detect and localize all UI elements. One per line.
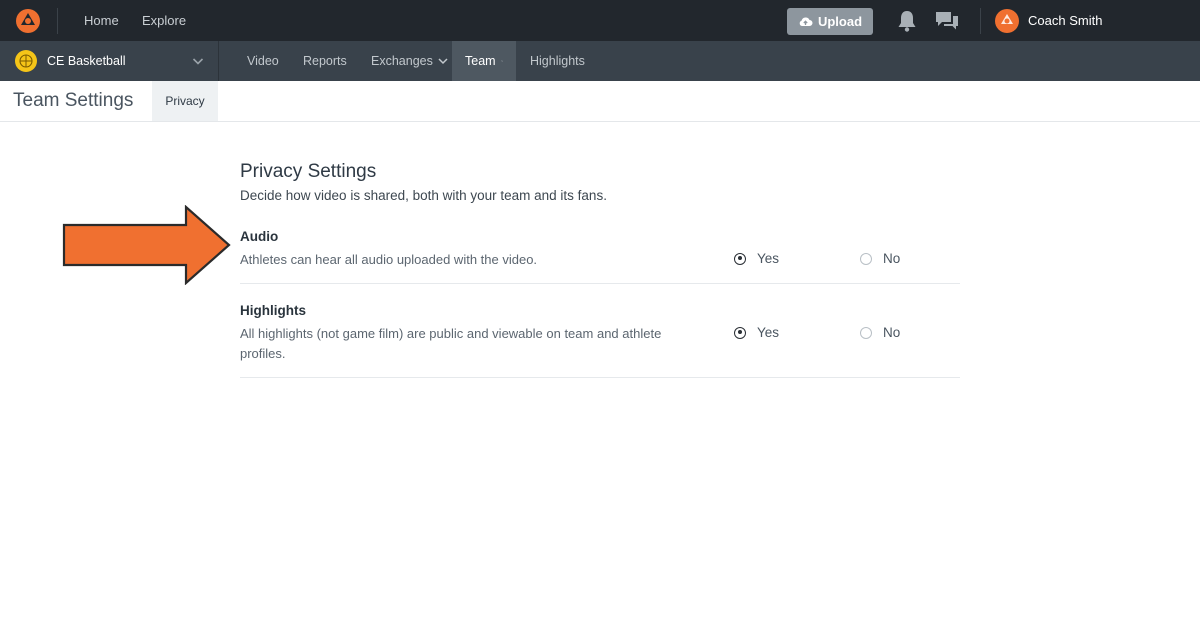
tab-exchanges-label: Exchanges	[371, 54, 433, 68]
radio-unchecked-icon[interactable]	[860, 326, 872, 339]
basketball-icon	[15, 50, 37, 72]
tab-privacy-label: Privacy	[165, 94, 205, 108]
radio-label: Yes	[757, 251, 780, 266]
team-name: CE Basketball	[47, 54, 126, 68]
radio-checked-icon[interactable]	[734, 252, 746, 265]
top-bar: Home Explore Upload Coach Smith	[0, 0, 1200, 41]
radio-unchecked-icon[interactable]	[860, 252, 872, 265]
radio-label: No	[883, 325, 901, 340]
hudl-logo-icon[interactable]	[14, 7, 42, 35]
chevron-down-icon	[192, 58, 204, 65]
highlights-yes-radio[interactable]: Yes	[734, 325, 779, 340]
top-divider	[57, 8, 58, 34]
nav-home[interactable]: Home	[84, 13, 119, 28]
tab-privacy[interactable]: Privacy	[152, 81, 218, 121]
privacy-settings-subtitle: Decide how video is shared, both with yo…	[240, 188, 607, 203]
top-divider	[980, 8, 981, 34]
chat-bubbles-icon[interactable]	[934, 9, 960, 33]
page-title: Team Settings	[13, 90, 134, 111]
user-avatar-icon[interactable]	[995, 9, 1019, 33]
tab-video[interactable]: Video	[233, 41, 293, 81]
tab-exchanges[interactable]: Exchanges	[357, 41, 462, 81]
radio-label: No	[883, 251, 901, 266]
chevron-down-icon	[438, 58, 448, 65]
upload-button[interactable]: Upload	[787, 8, 873, 35]
audio-yes-radio[interactable]: Yes	[734, 251, 779, 266]
tab-reports[interactable]: Reports	[289, 41, 361, 81]
tab-video-label: Video	[247, 54, 279, 68]
cloud-upload-icon	[799, 17, 813, 26]
highlights-no-radio[interactable]: No	[860, 325, 900, 340]
privacy-settings-title: Privacy Settings	[240, 161, 377, 182]
radio-label: Yes	[757, 325, 780, 340]
user-name[interactable]: Coach Smith	[1028, 13, 1102, 28]
audio-no-radio[interactable]: No	[860, 251, 900, 266]
tab-reports-label: Reports	[303, 54, 347, 68]
tab-team-label: Team	[465, 54, 496, 68]
setting-description: Athletes can hear all audio uploaded wit…	[240, 252, 538, 267]
setting-highlights: Highlights All highlights (not game film…	[240, 300, 960, 378]
radio-checked-icon[interactable]	[734, 326, 746, 339]
page-header: Team Settings Privacy	[0, 81, 1200, 122]
setting-audio: Audio Athletes can hear all audio upload…	[240, 226, 960, 284]
nav-explore[interactable]: Explore	[142, 13, 186, 28]
upload-button-label: Upload	[817, 14, 863, 29]
chevron-down-icon	[500, 60, 503, 62]
team-nav-bar: CE Basketball Video Reports Exchanges Te…	[0, 41, 1200, 81]
tab-highlights-label: Highlights	[530, 54, 585, 68]
setting-description: All highlights (not game film) are publi…	[240, 326, 662, 361]
setting-title: Audio	[240, 229, 279, 244]
tab-highlights[interactable]: Highlights	[516, 41, 599, 81]
orange-arrow-icon	[62, 205, 231, 285]
team-selector[interactable]: CE Basketball	[0, 41, 219, 81]
setting-title: Highlights	[240, 303, 306, 318]
bell-icon[interactable]	[895, 9, 919, 33]
tab-team[interactable]: Team	[452, 41, 516, 81]
